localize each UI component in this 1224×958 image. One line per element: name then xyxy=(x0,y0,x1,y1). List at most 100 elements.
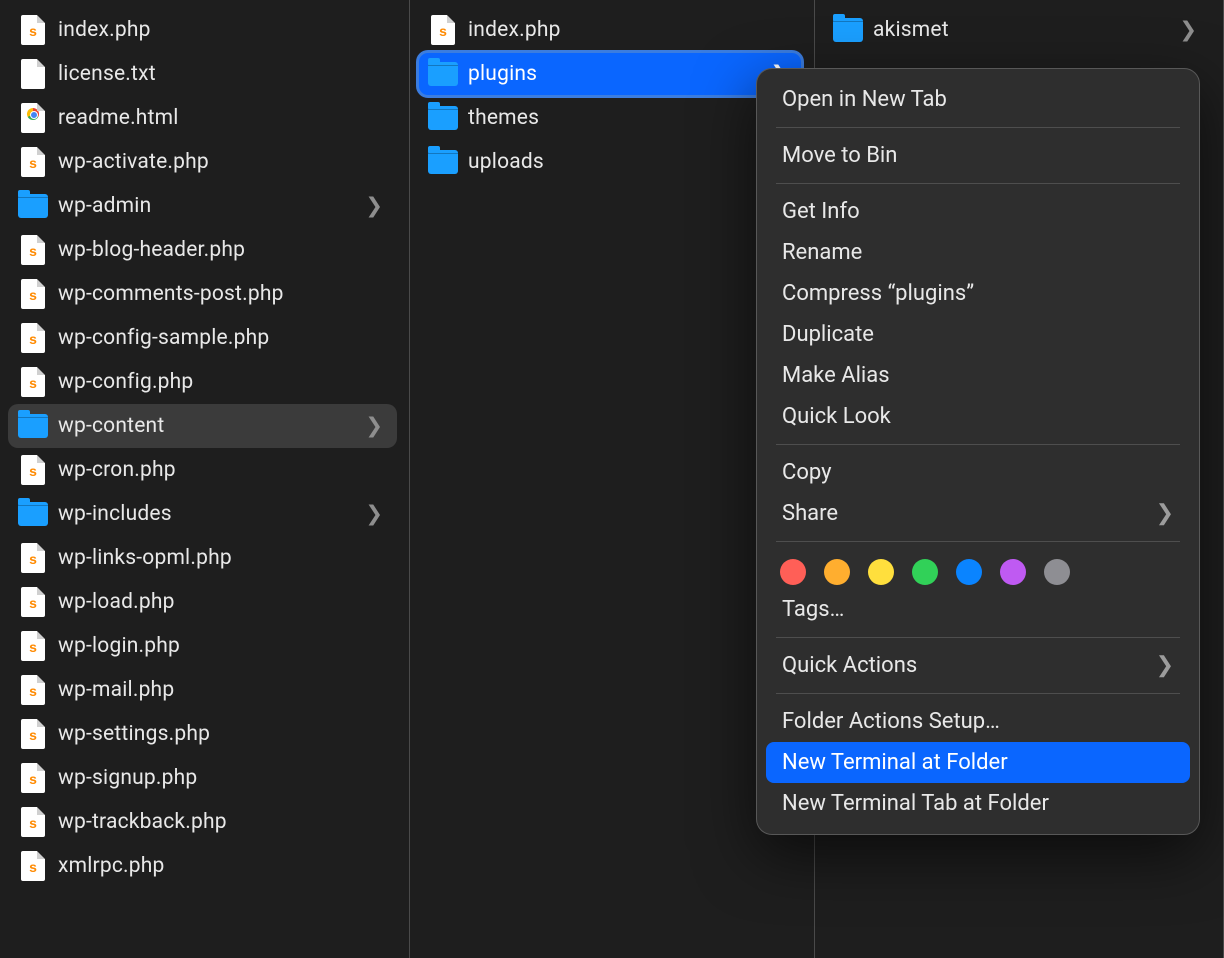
tag-dot[interactable] xyxy=(912,559,938,585)
sublime-file-icon: s xyxy=(18,15,48,45)
sublime-file-icon: s xyxy=(18,147,48,177)
list-item[interactable]: wp-content❯ xyxy=(8,404,397,448)
ctx-get-info[interactable]: Get Info xyxy=(766,191,1190,232)
list-item-label: wp-blog-header.php xyxy=(58,238,245,262)
list-item[interactable]: uploads❯ xyxy=(418,140,802,184)
list-item[interactable]: s wp-blog-header.php xyxy=(8,228,397,272)
list-item-label: wp-includes xyxy=(58,502,172,526)
sublime-file-icon: s xyxy=(18,587,48,617)
list-item[interactable]: swp-links-opml.php xyxy=(8,536,397,580)
list-item-label: index.php xyxy=(58,18,151,42)
list-item[interactable]: swp-signup.php xyxy=(8,756,397,800)
list-item[interactable]: s index.php xyxy=(418,8,802,52)
chevron-right-icon: ❯ xyxy=(1156,501,1174,526)
list-item[interactable]: license.txt xyxy=(8,52,397,96)
ctx-share[interactable]: Share❯ xyxy=(766,493,1190,534)
list-item[interactable]: readme.html xyxy=(8,96,397,140)
ctx-folder-actions-setup[interactable]: Folder Actions Setup… xyxy=(766,701,1190,742)
list-item-label: wp-config-sample.php xyxy=(58,326,269,350)
ctx-make-alias[interactable]: Make Alias xyxy=(766,355,1190,396)
folder-icon xyxy=(428,147,458,177)
list-item[interactable]: akismet❯ xyxy=(823,8,1211,52)
sublime-file-icon: s xyxy=(18,279,48,309)
ctx-quick-actions[interactable]: Quick Actions❯ xyxy=(766,645,1190,686)
list-item[interactable]: s wp-config-sample.php xyxy=(8,316,397,360)
list-item-label: index.php xyxy=(468,18,561,42)
folder-icon xyxy=(428,103,458,133)
list-item-label: wp-config.php xyxy=(58,370,193,394)
ctx-quick-look[interactable]: Quick Look xyxy=(766,396,1190,437)
tag-color-row xyxy=(766,549,1190,591)
file-icon xyxy=(18,59,48,89)
tag-dot[interactable] xyxy=(956,559,982,585)
list-item[interactable]: swp-settings.php xyxy=(8,712,397,756)
folder-icon xyxy=(18,499,48,529)
list-item-label: plugins xyxy=(468,62,537,86)
sublime-file-icon: s xyxy=(18,675,48,705)
sublime-file-icon: s xyxy=(428,15,458,45)
list-item-label: wp-mail.php xyxy=(58,678,174,702)
list-item-label: wp-load.php xyxy=(58,590,175,614)
column-2[interactable]: s index.php plugins❯themes❯uploads❯ xyxy=(410,0,815,958)
list-item[interactable]: themes❯ xyxy=(418,96,802,140)
ctx-new-terminal-at-folder[interactable]: New Terminal at Folder xyxy=(766,742,1190,783)
separator xyxy=(776,541,1180,542)
list-item[interactable]: wp-admin❯ xyxy=(8,184,397,228)
separator xyxy=(776,444,1180,445)
separator xyxy=(776,637,1180,638)
ctx-new-terminal-tab-at-folder[interactable]: New Terminal Tab at Folder xyxy=(766,783,1190,824)
sublime-file-icon: s xyxy=(18,851,48,881)
folder-icon xyxy=(833,15,863,45)
list-item[interactable]: swp-trackback.php xyxy=(8,800,397,844)
list-item[interactable]: s wp-comments-post.php xyxy=(8,272,397,316)
list-item-label: wp-content xyxy=(58,414,164,438)
ctx-open-new-tab[interactable]: Open in New Tab xyxy=(766,79,1190,120)
tag-dot[interactable] xyxy=(1044,559,1070,585)
sublime-file-icon: s xyxy=(18,631,48,661)
list-item[interactable]: s index.php xyxy=(8,8,397,52)
sublime-file-icon: s xyxy=(18,543,48,573)
tag-dot[interactable] xyxy=(824,559,850,585)
list-item[interactable]: s wp-login.php xyxy=(8,624,397,668)
list-item[interactable]: sxmlrpc.php xyxy=(8,844,397,888)
list-item[interactable]: plugins❯ xyxy=(418,52,802,96)
sublime-file-icon: s xyxy=(18,235,48,265)
sublime-file-icon: s xyxy=(18,323,48,353)
list-item[interactable]: s wp-cron.php xyxy=(8,448,397,492)
list-item[interactable]: wp-includes❯ xyxy=(8,492,397,536)
separator xyxy=(776,693,1180,694)
ctx-move-to-bin[interactable]: Move to Bin xyxy=(766,135,1190,176)
sublime-file-icon: s xyxy=(18,807,48,837)
list-item-label: wp-admin xyxy=(58,194,151,218)
list-item-label: wp-login.php xyxy=(58,634,180,658)
list-item-label: wp-activate.php xyxy=(58,150,209,174)
list-item[interactable]: s wp-load.php xyxy=(8,580,397,624)
folder-icon xyxy=(428,59,458,89)
list-item-label: wp-comments-post.php xyxy=(58,282,284,306)
list-item[interactable]: s wp-activate.php xyxy=(8,140,397,184)
ctx-duplicate[interactable]: Duplicate xyxy=(766,314,1190,355)
tag-dot[interactable] xyxy=(868,559,894,585)
list-item-label: uploads xyxy=(468,150,544,174)
list-item-label: license.txt xyxy=(58,62,156,86)
sublime-file-icon: s xyxy=(18,367,48,397)
separator xyxy=(776,183,1180,184)
column-1[interactable]: s index.php license.txt readme.html s wp-acti… xyxy=(0,0,410,958)
ctx-tags[interactable]: Tags… xyxy=(766,591,1190,630)
sublime-file-icon: s xyxy=(18,455,48,485)
context-menu: Open in New Tab Move to Bin Get Info Ren… xyxy=(756,68,1200,835)
list-item-label: akismet xyxy=(873,18,949,42)
tag-dot[interactable] xyxy=(780,559,806,585)
tag-dot[interactable] xyxy=(1000,559,1026,585)
sublime-file-icon: s xyxy=(18,763,48,793)
folder-icon xyxy=(18,411,48,441)
list-item-label: wp-cron.php xyxy=(58,458,176,482)
separator xyxy=(776,127,1180,128)
ctx-copy[interactable]: Copy xyxy=(766,452,1190,493)
list-item[interactable]: s wp-mail.php xyxy=(8,668,397,712)
list-item[interactable]: s wp-config.php xyxy=(8,360,397,404)
list-item-label: themes xyxy=(468,106,539,130)
list-item-label: readme.html xyxy=(58,106,179,130)
ctx-compress[interactable]: Compress “plugins” xyxy=(766,273,1190,314)
ctx-rename[interactable]: Rename xyxy=(766,232,1190,273)
